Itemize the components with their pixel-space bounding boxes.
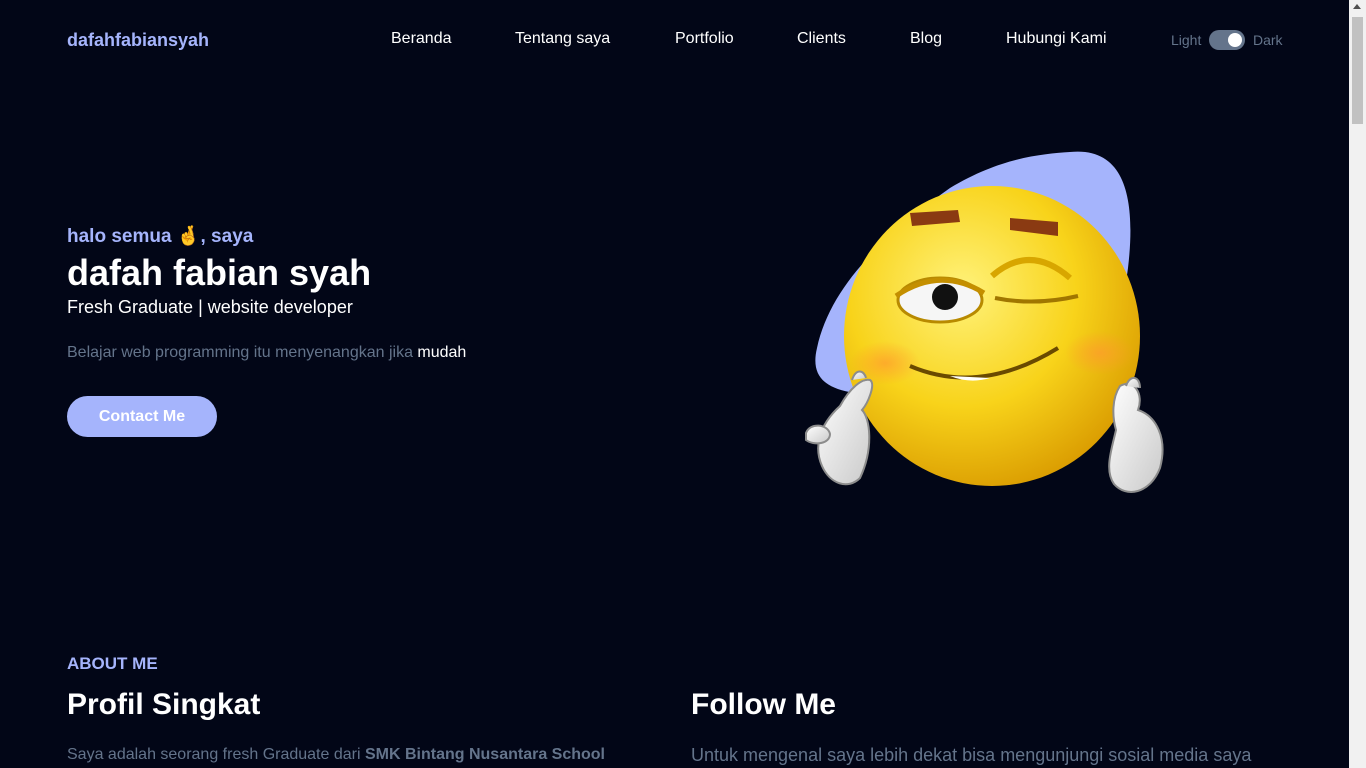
nav-link-clients[interactable]: Clients: [797, 30, 846, 48]
follow-title: Follow Me: [691, 688, 836, 721]
page: dafahfabiansyah Beranda Tentang saya Por…: [0, 0, 1349, 768]
theme-toggle-switch[interactable]: [1209, 30, 1245, 50]
crossed-fingers-icon: 🤞: [176, 226, 201, 247]
page-scrollbar[interactable]: [1349, 0, 1366, 768]
tagline-text: Belajar web programming itu menyenangkan…: [67, 344, 418, 361]
nav-link-tentang-saya[interactable]: Tentang saya: [515, 30, 610, 48]
toggle-light-label: Light: [1171, 32, 1202, 48]
hero-greeting: halo semua 🤞, saya: [67, 224, 253, 248]
follow-text: Untuk mengenal saya lebih dekat bisa men…: [691, 745, 1252, 765]
nav-link-blog[interactable]: Blog: [910, 30, 942, 48]
nav-link-hubungi-kami[interactable]: Hubungi Kami: [1006, 30, 1107, 48]
about-text: Saya adalah seorang fresh Graduate dari …: [67, 746, 605, 764]
scroll-thumb[interactable]: [1352, 17, 1363, 124]
hero-name: dafah fabian syah: [67, 252, 372, 293]
about-school-name: SMK Bintang Nusantara School: [364, 746, 605, 763]
tagline-highlight: mudah: [417, 344, 467, 361]
greeting-prefix: halo semua: [67, 226, 177, 247]
about-title: Profil Singkat: [67, 688, 261, 721]
toggle-dark-label: Dark: [1253, 32, 1283, 48]
nav-link-beranda[interactable]: Beranda: [391, 30, 452, 48]
nav-links: Beranda Tentang saya Portfolio Clients B…: [0, 30, 1349, 50]
hero-tagline: Belajar web programming itu menyenangkan…: [67, 344, 466, 362]
about-text-prefix: Saya adalah seorang fresh Graduate dari: [67, 746, 365, 763]
about-eyebrow: ABOUT ME: [67, 654, 158, 673]
nav-link-portfolio[interactable]: Portfolio: [675, 30, 734, 48]
contact-me-button[interactable]: Contact Me: [67, 396, 217, 437]
toggle-knob: [1228, 33, 1242, 47]
greeting-suffix: , saya: [200, 226, 254, 247]
winking-emoji-illustration: [805, 151, 1164, 493]
navbar: dafahfabiansyah Beranda Tentang saya Por…: [0, 0, 1349, 80]
right-hand-icon: [1108, 377, 1164, 493]
hero-role: Fresh Graduate | website developer: [67, 297, 353, 317]
scroll-up-arrow-icon[interactable]: [1353, 4, 1361, 9]
